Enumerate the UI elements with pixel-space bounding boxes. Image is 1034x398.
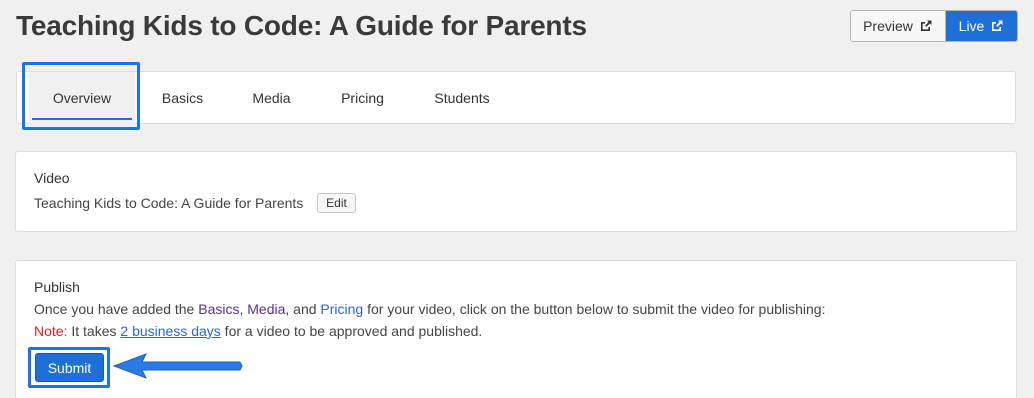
page-title: Teaching Kids to Code: A Guide for Paren… xyxy=(16,10,587,41)
tab-media[interactable]: Media xyxy=(237,72,306,124)
video-card: Video Teaching Kids to Code: A Guide for… xyxy=(15,151,1017,232)
edit-button-label: Edit xyxy=(326,196,347,210)
preview-label: Preview xyxy=(863,18,913,34)
instructions-text: Once you have added the xyxy=(34,301,199,317)
tab-basics[interactable]: Basics xyxy=(146,72,219,124)
submit-button[interactable]: Submit xyxy=(35,353,104,382)
pricing-link[interactable]: Pricing xyxy=(320,301,363,317)
video-card-label: Video xyxy=(34,170,70,186)
submit-button-label: Submit xyxy=(47,359,92,376)
basics-link[interactable]: Basics xyxy=(198,301,239,317)
live-button[interactable]: Live xyxy=(946,11,1017,41)
external-link-icon xyxy=(992,20,1003,31)
media-link[interactable]: Media xyxy=(247,301,285,317)
preview-button[interactable]: Preview xyxy=(851,11,946,41)
instructions-text: for your video, click on the button belo… xyxy=(363,301,826,317)
live-label: Live xyxy=(958,18,985,34)
business-days-link[interactable]: 2 business days xyxy=(120,323,220,339)
tab-label: Media xyxy=(252,90,291,106)
tab-label: Students xyxy=(434,90,490,106)
video-title: Teaching Kids to Code: A Guide for Paren… xyxy=(34,195,304,211)
external-link-icon xyxy=(920,20,932,31)
separator-text: , and xyxy=(285,301,321,317)
publish-note: Note: It takes 2 business days for a vid… xyxy=(34,323,482,339)
publish-instructions: Once you have added the Basics, Media, a… xyxy=(34,301,825,317)
tab-students[interactable]: Students xyxy=(419,72,505,124)
view-button-group: Preview Live xyxy=(850,10,1018,42)
tab-label: Basics xyxy=(161,90,204,106)
note-text: for a video to be approved and published… xyxy=(220,323,483,339)
tab-bar: Overview Basics Media Pricing Students xyxy=(16,71,1016,124)
edit-button[interactable]: Edit xyxy=(317,193,356,213)
pointer-arrow-icon xyxy=(112,353,243,379)
overview-tab-highlight xyxy=(22,62,140,130)
note-text: It takes xyxy=(67,323,121,339)
tab-label: Pricing xyxy=(341,90,384,106)
publish-card-label: Publish xyxy=(34,279,80,295)
note-label: Note: xyxy=(34,323,68,339)
tab-pricing[interactable]: Pricing xyxy=(324,72,401,124)
